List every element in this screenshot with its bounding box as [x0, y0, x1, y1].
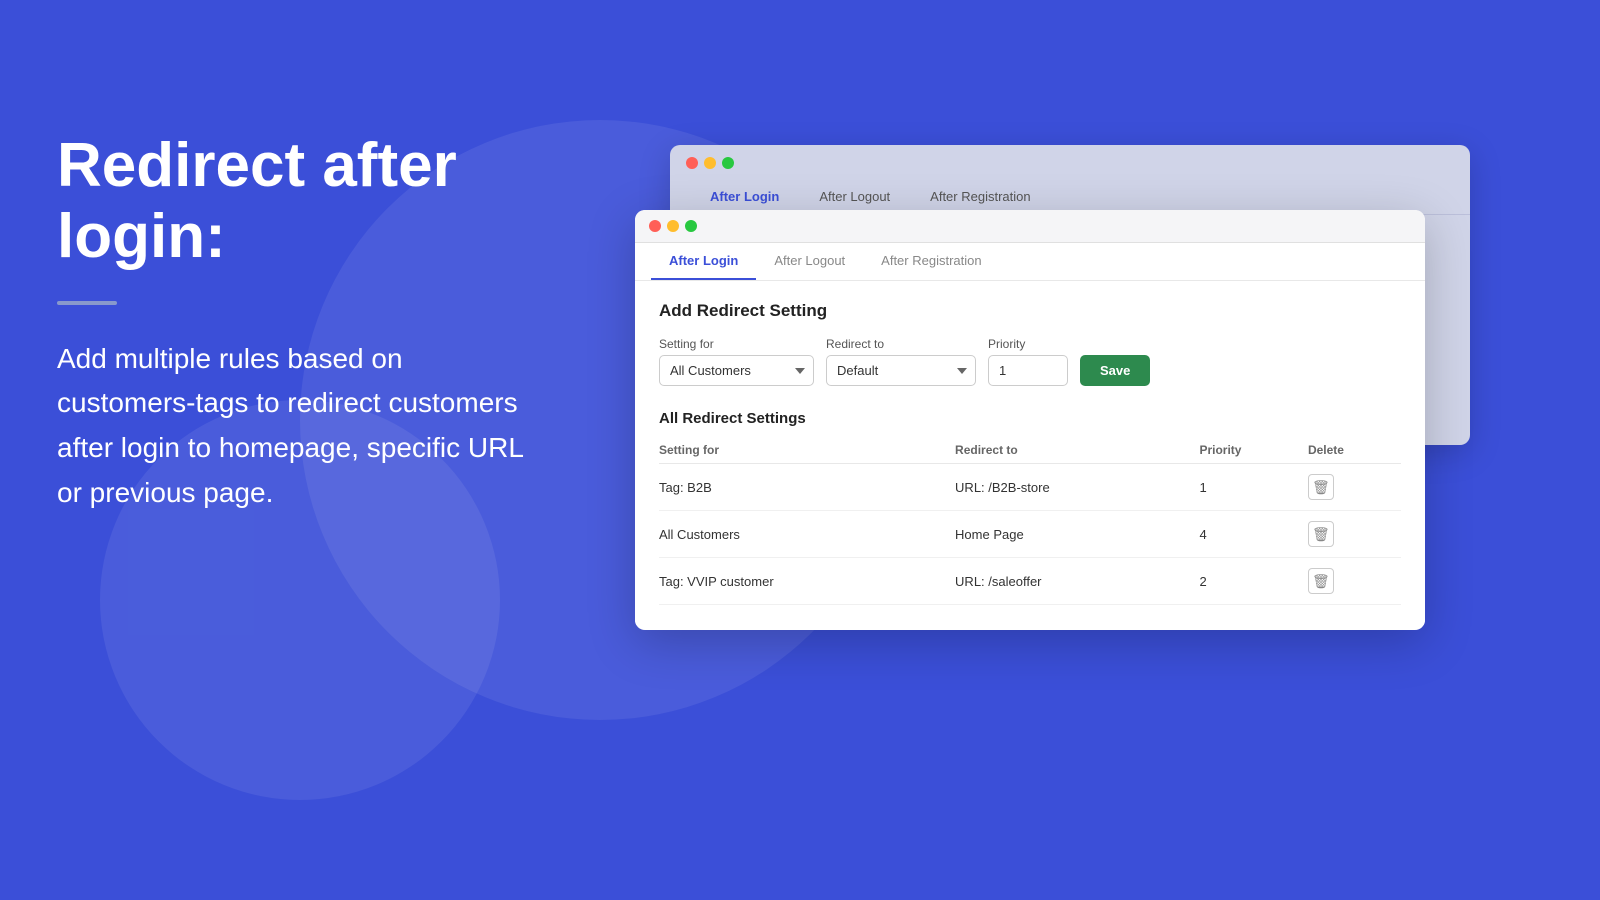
redirect-to-group: Redirect to Default Home Page Previous P…: [826, 337, 976, 386]
col-delete: Delete: [1308, 437, 1401, 464]
description-text: Add multiple rules based on customers-ta…: [57, 337, 547, 516]
row2-delete-button[interactable]: 🗑: [1308, 521, 1334, 547]
add-form: Setting for All Customers Tag: B2B Tag: …: [659, 337, 1401, 386]
dot-red-bg: [686, 157, 698, 169]
settings-table: Setting for Redirect to Priority Delete …: [659, 437, 1401, 605]
dot-yellow-main: [667, 220, 679, 232]
left-panel: Redirect after login: Add multiple rules…: [57, 130, 547, 516]
col-priority: Priority: [1199, 437, 1307, 464]
browser-tabs-bar: After Login After Logout After Registrat…: [635, 243, 1425, 281]
table-row: Tag: B2B URL: /B2B-store 1 🗑: [659, 464, 1401, 511]
browser-titlebar: [635, 210, 1425, 243]
row3-priority: 2: [1199, 558, 1307, 605]
row3-delete-button[interactable]: 🗑: [1308, 568, 1334, 594]
browser-content: Add Redirect Setting Setting for All Cus…: [635, 281, 1425, 625]
row1-delete-button[interactable]: 🗑: [1308, 474, 1334, 500]
add-section-title: Add Redirect Setting: [659, 301, 1401, 321]
table-row: All Customers Home Page 4 🗑: [659, 511, 1401, 558]
main-title: Redirect after login:: [57, 130, 547, 273]
setting-for-select[interactable]: All Customers Tag: B2B Tag: VVIP custome…: [659, 355, 814, 386]
priority-input[interactable]: [988, 355, 1068, 386]
dot-green-main: [685, 220, 697, 232]
row2-priority: 4: [1199, 511, 1307, 558]
all-settings-title: All Redirect Settings: [659, 410, 1401, 427]
tab-after-registration[interactable]: After Registration: [863, 243, 999, 280]
browser-bg-titlebar: [670, 145, 1470, 181]
tab-after-login[interactable]: After Login: [651, 243, 756, 280]
row2-setting-for: All Customers: [659, 511, 955, 558]
col-setting-for: Setting for: [659, 437, 955, 464]
dot-yellow-bg: [704, 157, 716, 169]
redirect-to-label: Redirect to: [826, 337, 976, 351]
priority-label: Priority: [988, 337, 1068, 351]
row2-redirect-to: Home Page: [955, 511, 1199, 558]
tab-after-logout[interactable]: After Logout: [756, 243, 863, 280]
dot-red-main: [649, 220, 661, 232]
save-button[interactable]: Save: [1080, 355, 1150, 386]
redirect-to-select[interactable]: Default Home Page Previous Page: [826, 355, 976, 386]
setting-for-label: Setting for: [659, 337, 814, 351]
browser-main-window: After Login After Logout After Registrat…: [635, 210, 1425, 630]
priority-group: Priority: [988, 337, 1068, 386]
row1-redirect-to: URL: /B2B-store: [955, 464, 1199, 511]
dot-green-bg: [722, 157, 734, 169]
divider: [57, 301, 117, 305]
setting-for-group: Setting for All Customers Tag: B2B Tag: …: [659, 337, 814, 386]
row3-redirect-to: URL: /saleoffer: [955, 558, 1199, 605]
table-row: Tag: VVIP customer URL: /saleoffer 2 🗑: [659, 558, 1401, 605]
row1-setting-for: Tag: B2B: [659, 464, 955, 511]
col-redirect-to: Redirect to: [955, 437, 1199, 464]
row1-priority: 1: [1199, 464, 1307, 511]
row3-setting-for: Tag: VVIP customer: [659, 558, 955, 605]
